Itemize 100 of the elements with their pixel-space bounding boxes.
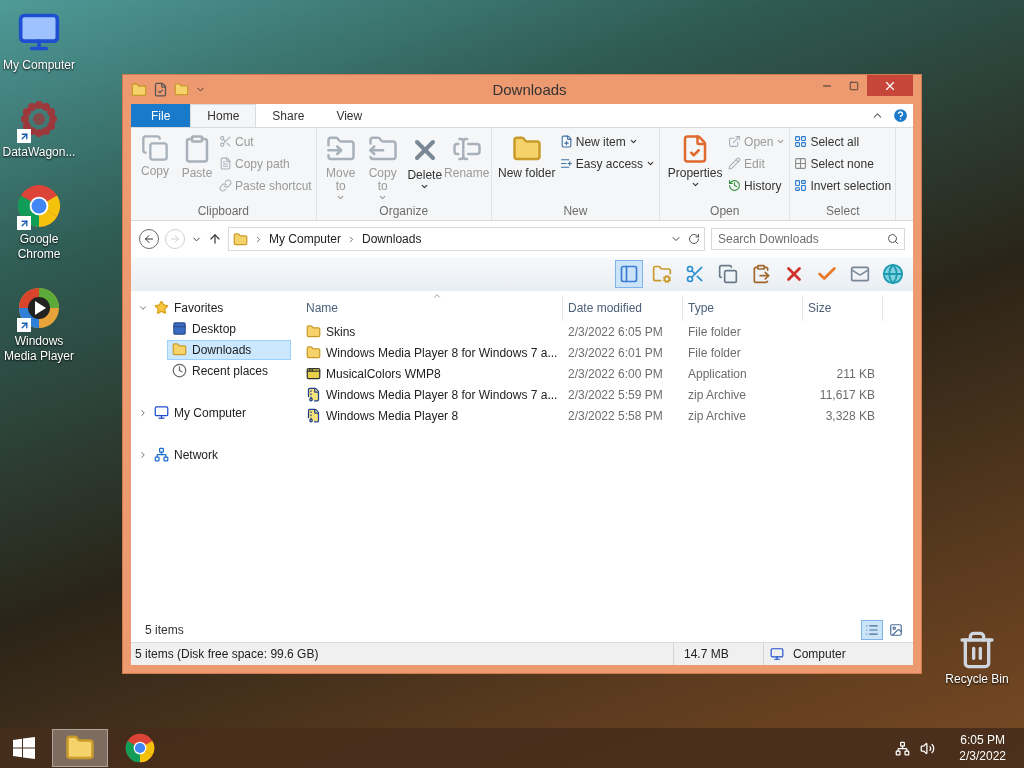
mail-icon [850, 264, 870, 284]
up-button[interactable] [208, 232, 222, 246]
folder-icon [652, 264, 672, 284]
clock-icon [172, 363, 187, 378]
grid-icon [794, 135, 808, 148]
search-icon [887, 233, 899, 245]
scissors-icon [685, 264, 705, 284]
ribbon-button[interactable]: Easy access [559, 154, 656, 173]
desktop-icon-label[interactable]: Windows Media Player [0, 334, 78, 364]
back-arrow-icon [143, 233, 155, 245]
status-text: 5 items (Disk free space: 99.6 GB) [134, 647, 320, 661]
search-field[interactable]: Search Downloads [711, 228, 905, 250]
application-icon [306, 366, 321, 381]
ribbon-tab[interactable]: View [320, 104, 379, 127]
table-cell-text: 2/3/2022 6:01 PM [567, 345, 664, 360]
forward-arrow-icon [169, 233, 181, 245]
tree-item[interactable]: Network [149, 444, 291, 465]
file-name[interactable]: Windows Media Player 8 for Windows 7 a... [326, 345, 558, 360]
group-label: Organize [378, 204, 430, 218]
ribbon-button[interactable]: Delete [404, 132, 445, 204]
table-cell-text: zip Archive [687, 408, 748, 423]
browser-icon [125, 733, 155, 763]
view-button[interactable] [861, 620, 883, 640]
file-name[interactable]: MusicalColors WMP8 [326, 366, 441, 381]
caret-icon [776, 137, 786, 146]
document-check-icon[interactable] [153, 82, 168, 97]
ribbon-button[interactable]: Select all [794, 132, 892, 151]
scissors-icon [219, 135, 232, 148]
column-header[interactable]: Size [803, 295, 883, 321]
ribbon-tab[interactable]: Home [190, 104, 257, 127]
tree-item[interactable]: Favorites [149, 297, 291, 318]
windows-logo-icon [13, 737, 35, 759]
desktop-icon-label[interactable]: Recycle Bin [945, 672, 1009, 687]
grid-icon [794, 157, 808, 170]
table-cell-text: 211 KB [835, 366, 876, 381]
desktop-icon-label[interactable]: My Computer [3, 58, 75, 73]
folder-icon [306, 345, 321, 360]
tree-item[interactable]: Downloads [167, 339, 291, 360]
star-icon [154, 300, 169, 315]
table-cell-text: File folder [687, 345, 742, 360]
toolbar-button[interactable] [615, 260, 643, 288]
ribbon-button[interactable]: New item [559, 132, 656, 151]
group-label: Open [709, 204, 741, 218]
ribbon-button[interactable]: Properties [664, 132, 727, 204]
file-name[interactable]: Windows Media Player 8 [326, 408, 459, 423]
folder-icon [233, 231, 248, 247]
folder-icon[interactable] [131, 81, 147, 98]
file-name[interactable]: Skins [326, 324, 356, 339]
status-text: 14.7 MB [683, 647, 729, 661]
computer-icon [770, 647, 784, 661]
computer-icon [154, 405, 169, 420]
tree-item[interactable]: Desktop [167, 318, 291, 339]
help-icon[interactable] [892, 107, 909, 124]
link-icon [219, 179, 232, 192]
desktop-icon-label[interactable]: Google Chrome [0, 232, 78, 262]
group-label: Clipboard [196, 204, 251, 218]
network-icon[interactable] [895, 740, 911, 756]
file-plus-icon [559, 135, 573, 148]
table-cell-text: 2/3/2022 5:59 PM [567, 387, 664, 402]
column-header[interactable]: Type [683, 295, 803, 321]
copy-icon [141, 134, 169, 162]
file-name[interactable]: Windows Media Player 8 for Windows 7 a... [326, 387, 558, 402]
list-plus-icon [559, 157, 573, 170]
ribbon-button[interactable]: Select none [794, 154, 892, 173]
pane-icon [619, 264, 639, 284]
tree-item[interactable]: Recent places [167, 360, 291, 381]
history-icon [728, 179, 742, 192]
tree-item[interactable]: My Computer [149, 402, 291, 423]
caret-icon [628, 137, 638, 146]
breadcrumb[interactable]: My Computer [269, 232, 342, 246]
address-field[interactable]: My Computer Downloads [228, 227, 705, 251]
copy-icon [718, 264, 738, 284]
status-text: Computer [792, 647, 846, 661]
network-icon [154, 447, 169, 462]
refresh-icon[interactable] [688, 233, 700, 245]
ribbon-button[interactable]: History [728, 176, 786, 195]
grid-icon [794, 179, 808, 192]
folder-icon[interactable] [174, 82, 189, 97]
globe-icon [882, 263, 904, 285]
ribbon-tab[interactable]: Share [256, 104, 321, 127]
chevron-icon [254, 234, 263, 244]
breadcrumb[interactable]: Downloads [362, 232, 422, 246]
pencil-icon [728, 157, 742, 170]
table-cell-text: 3,328 KB [824, 408, 876, 423]
ribbon-button[interactable]: Invert selection [794, 176, 892, 195]
caret-icon [420, 182, 430, 191]
close-button[interactable] [867, 75, 913, 96]
desktop-icon-label[interactable]: DataWagon... [2, 145, 76, 160]
ribbon-button[interactable]: New folder [495, 132, 558, 204]
open-icon [728, 135, 742, 148]
caret-icon [378, 193, 388, 202]
clipboard-icon [751, 264, 771, 284]
volume-icon[interactable] [920, 740, 936, 756]
column-header[interactable]: Name [301, 295, 563, 321]
ribbon-tab[interactable]: File [131, 104, 191, 127]
desktop-icon [172, 321, 187, 336]
archive-icon [306, 387, 321, 402]
column-header[interactable]: Date modified [563, 295, 683, 321]
clock[interactable]: 6:05 PM 2/3/2022 [959, 732, 1006, 764]
browser-icon [17, 184, 61, 228]
